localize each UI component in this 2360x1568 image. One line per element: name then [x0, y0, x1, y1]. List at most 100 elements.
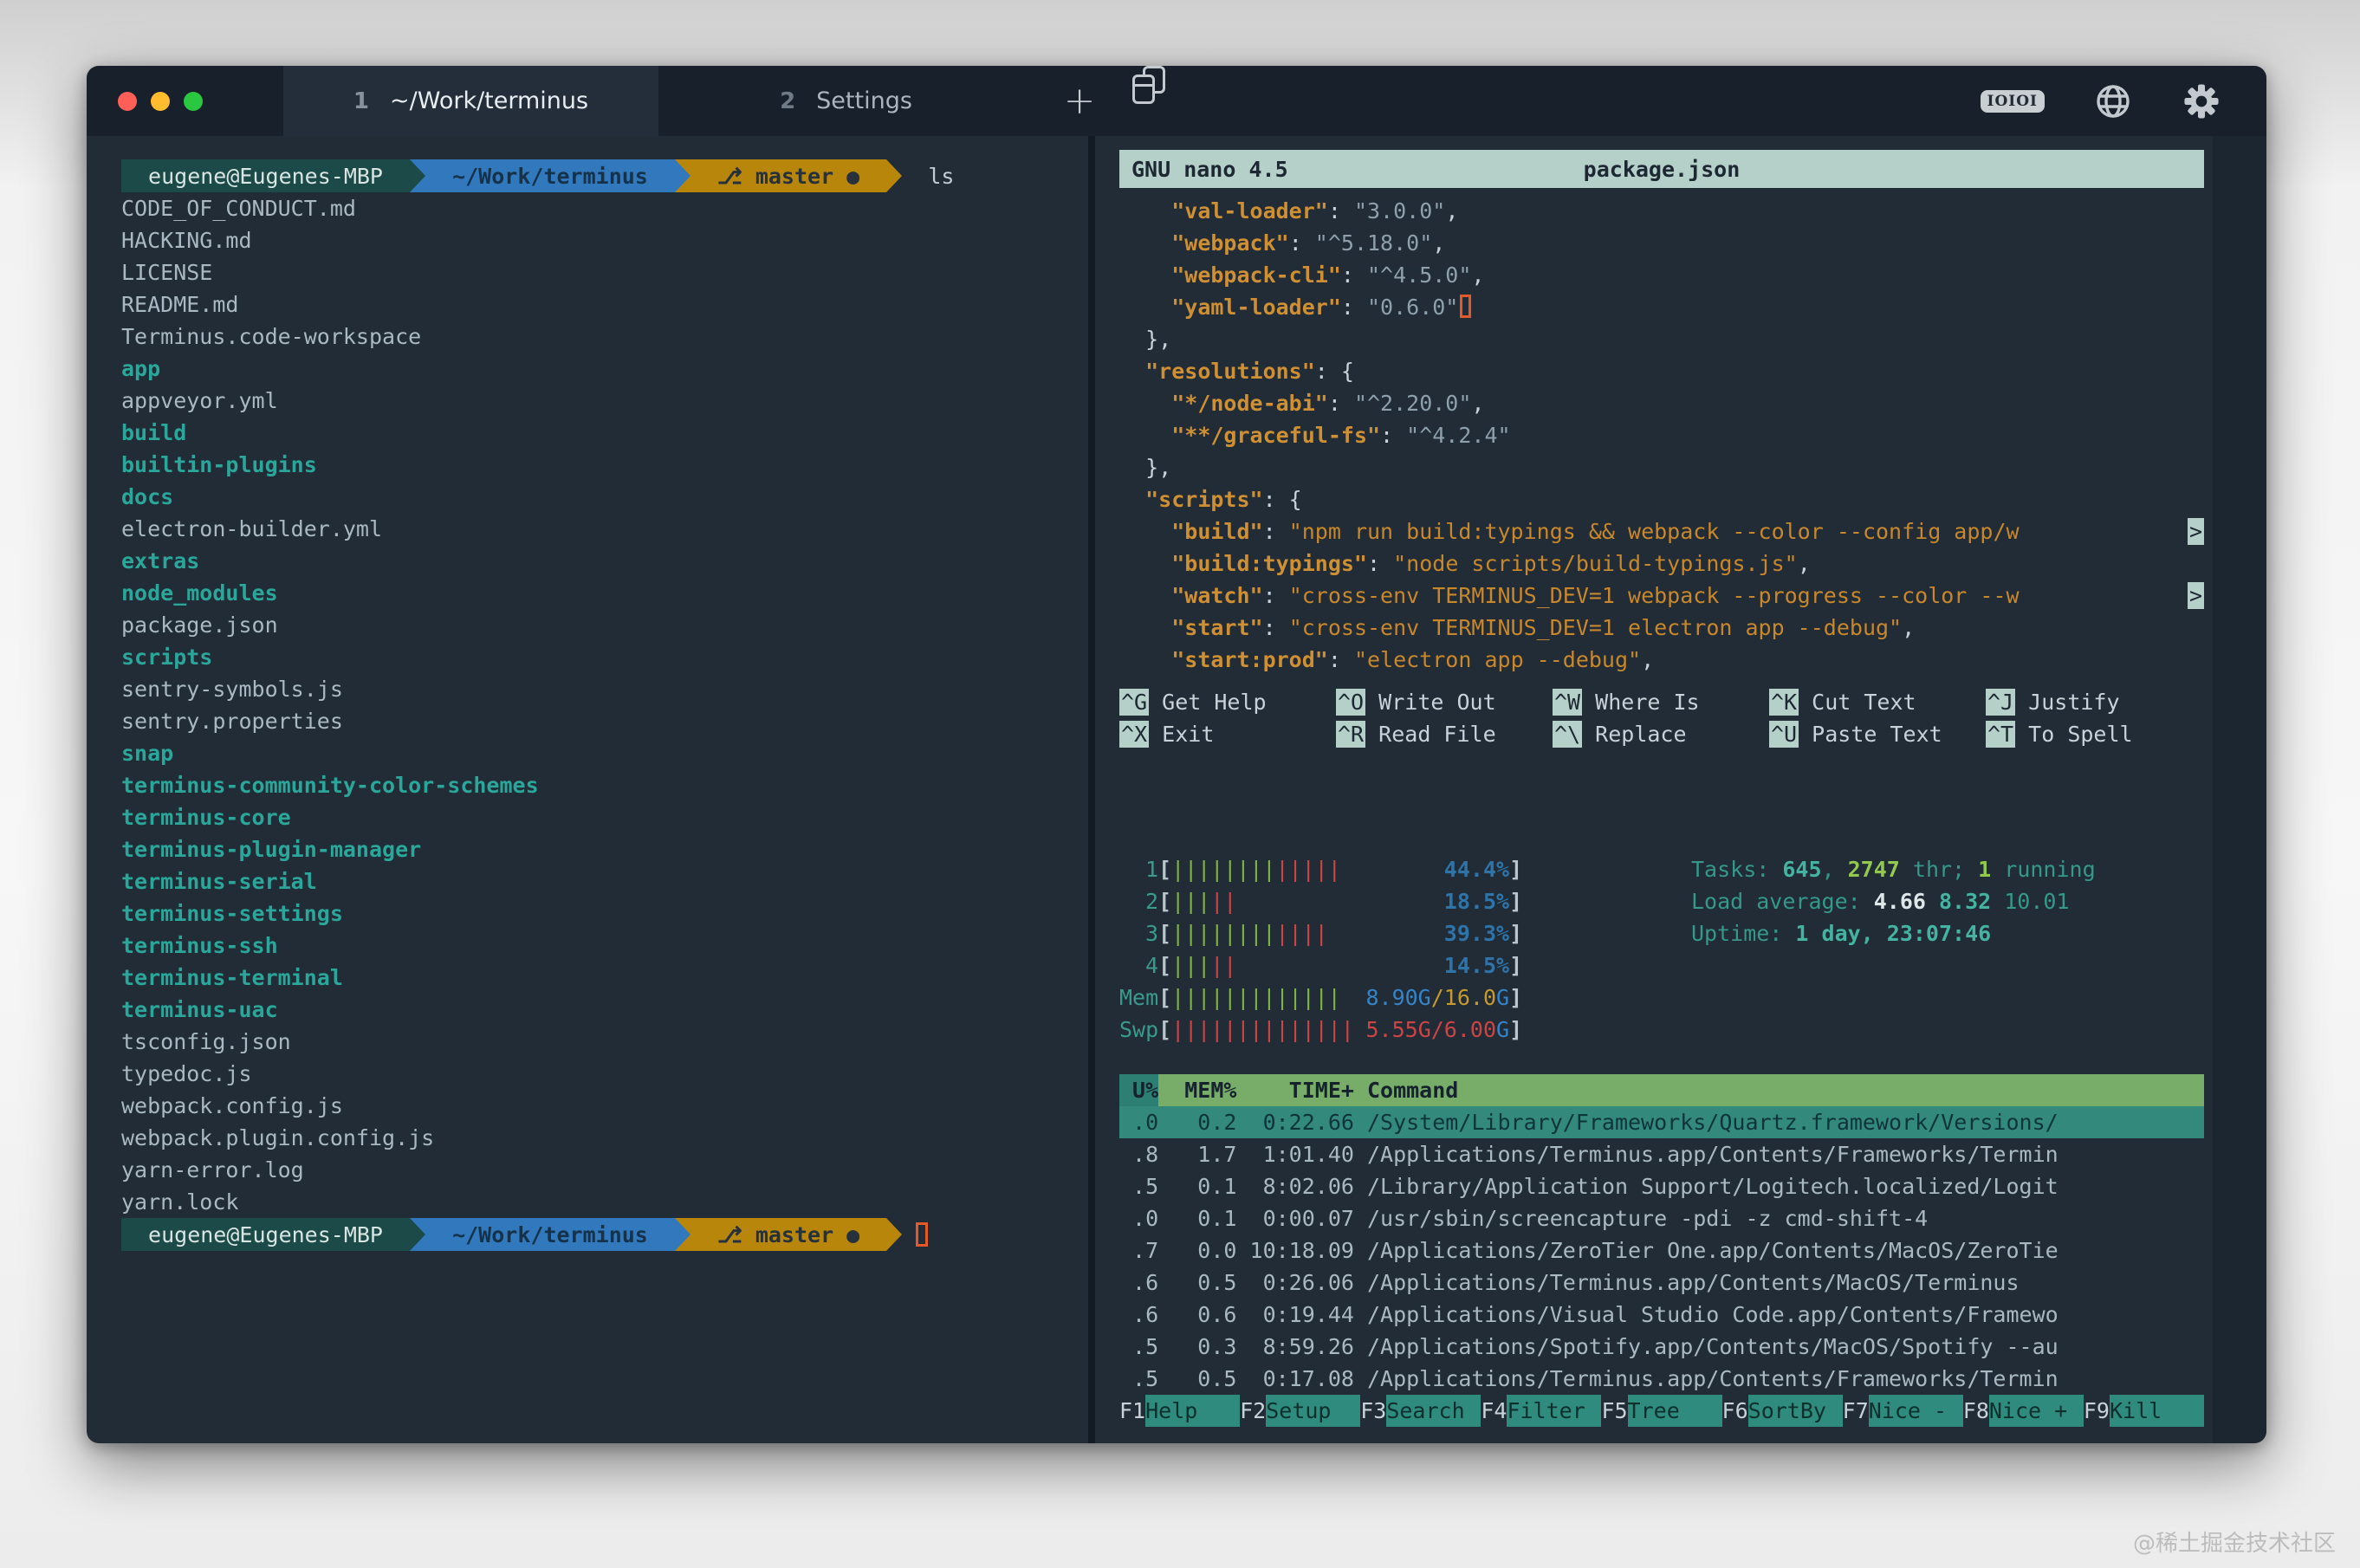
htop-summary-line: Tasks: 645, 2747 thr; 1 running — [1691, 857, 2096, 882]
prompt-user-segment: eugene@Eugenes-MBP — [121, 1218, 411, 1251]
shortcut-key: ^W — [1553, 689, 1583, 716]
meter-value: 5.55G/6.00G — [1365, 1017, 1510, 1042]
fkey-action: Help — [1145, 1395, 1241, 1427]
tab-terminal[interactable]: 1 ~/Work/terminus — [283, 66, 658, 136]
htop-meters: 1[||||||||||||| 44.4%] 2[||||| 18.5%] 3[||||… — [1119, 853, 2204, 1046]
file-entry: README.md — [121, 292, 239, 317]
pane-divider[interactable] — [1088, 136, 1095, 1443]
nano-line: "*/node-abi": "^2.20.0", — [1171, 391, 1485, 416]
sort-column-header[interactable]: U% — [1119, 1074, 1159, 1106]
fkey-action: Search — [1386, 1395, 1481, 1427]
prompt-dir-segment: ~/Work/terminus — [425, 1218, 675, 1251]
meter-value: 39.3% — [1443, 921, 1510, 946]
dir-entry: terminus-terminal — [121, 965, 343, 990]
terminal-pane-tools[interactable]: GNU nano 4.5 package.json "val-loader": … — [1119, 136, 2204, 1443]
fkey-number: F4 — [1481, 1398, 1507, 1423]
zoom-button[interactable] — [184, 91, 203, 111]
dir-entry: scripts — [121, 645, 213, 670]
meter-label: 4 — [1144, 953, 1158, 978]
shortcut-key: ^K — [1769, 689, 1799, 716]
nano-line: "scripts": { — [1145, 487, 1302, 512]
meter-label: Swp — [1119, 1017, 1159, 1042]
process-row: .7 0.0 10:18.09 /Applications/ZeroTier O… — [1119, 1238, 2059, 1263]
file-entry: package.json — [121, 612, 278, 638]
file-entry: electron-builder.yml — [121, 516, 383, 541]
tab-number: 1 — [353, 87, 369, 114]
shell-prompt: eugene@Eugenes-MBP ~/Work/terminus ⎇ mas… — [121, 159, 1083, 192]
shortcut-key: ^T — [1986, 721, 2016, 748]
dir-entry: terminus-uac — [121, 997, 278, 1022]
fkey-action: Nice + — [1988, 1395, 2084, 1427]
duplicate-tab-icon[interactable] — [1132, 66, 1165, 104]
file-entry: appveyor.yml — [121, 388, 278, 413]
dir-entry: extras — [121, 548, 200, 573]
terminus-window: 1 ~/Work/terminus 2 Settings + IOIOI eug… — [87, 66, 2266, 1443]
htop-summary-line: Uptime: 1 day, 23:07:46 — [1691, 921, 1992, 946]
file-entry: webpack.plugin.config.js — [121, 1125, 435, 1150]
process-row: .5 0.3 8:59.26 /Applications/Spotify.app… — [1119, 1334, 2059, 1359]
file-entry: CODE_OF_CONDUCT.md — [121, 196, 356, 221]
nano-titlebar: GNU nano 4.5 package.json — [1119, 150, 2204, 188]
powerline-chevron — [886, 159, 903, 192]
close-button[interactable] — [118, 91, 137, 111]
line-continuation-marker: > — [2187, 582, 2204, 609]
shortcut-column: ^W Where Is ^\ Replace — [1553, 686, 1769, 750]
fkey-action: Nice - — [1868, 1395, 1963, 1427]
shortcut-key: ^\ — [1553, 721, 1583, 748]
globe-icon[interactable] — [2093, 81, 2133, 121]
meter-bar: |||||||||||| 39.3% — [1171, 917, 1509, 949]
htop-summary: Tasks: 645, 2747 thr; 1 running Load aver… — [1691, 853, 2096, 949]
nano-cursor — [1460, 295, 1472, 318]
minimize-button[interactable] — [151, 91, 170, 111]
fkey-number: F2 — [1240, 1398, 1267, 1423]
file-entry: HACKING.md — [121, 228, 252, 253]
process-row: .5 0.1 8:02.06 /Library/Application Supp… — [1119, 1174, 2059, 1199]
meter-bar: ||||| 14.5% — [1171, 949, 1509, 982]
typed-command: ls — [902, 163, 955, 189]
nano-shortcut: ^G Get Help — [1119, 689, 1267, 716]
shortcut-key: ^J — [1986, 689, 2016, 716]
shortcut-key: ^R — [1336, 721, 1366, 748]
nano-line: }, — [1119, 455, 1172, 480]
htop-meter: Swp[|||||||||||||| 5.55G/6.00G] — [1119, 1014, 2204, 1046]
nano-shortcut: ^\ Replace — [1553, 721, 1687, 748]
htop-meter: Mem[||||||||||||| 8.90G/16.0G] — [1119, 982, 2204, 1014]
file-entry: sentry-symbols.js — [121, 677, 343, 702]
tab-settings[interactable]: 2 Settings — [658, 66, 1034, 136]
gear-icon[interactable] — [2182, 81, 2221, 121]
serial-ports-icon[interactable]: IOIOI — [1980, 89, 2045, 113]
nano-shortcut: ^U Paste Text — [1769, 721, 1942, 748]
powerline-chevron — [410, 159, 426, 192]
dir-entry: terminus-community-color-schemes — [121, 773, 539, 798]
file-entry: LICENSE — [121, 260, 213, 285]
shortcut-key: ^U — [1769, 721, 1799, 748]
nano-buffer: "val-loader": "3.0.0", "webpack": "^5.18… — [1119, 195, 2204, 676]
tab-title: ~/Work/terminus — [389, 87, 589, 114]
nano-shortcut: ^O Write Out — [1336, 689, 1496, 716]
new-tab-button[interactable]: + — [1049, 66, 1110, 136]
prompt-git-segment: ⎇ master ● — [690, 159, 887, 192]
file-entry: yarn.lock — [121, 1189, 239, 1215]
htop-meter: 4[||||| 14.5%] — [1119, 949, 2204, 982]
shortcut-key: ^X — [1119, 721, 1150, 748]
process-row: .5 0.5 0:17.08 /Applications/Terminus.ap… — [1119, 1366, 2059, 1391]
file-entry: Terminus.code-workspace — [121, 324, 422, 349]
nano-shortcut: ^K Cut Text — [1769, 689, 1916, 716]
meter-value: 8.90G/16.0G — [1365, 985, 1510, 1010]
terminal-pane-shell[interactable]: eugene@Eugenes-MBP ~/Work/terminus ⎇ mas… — [121, 136, 1083, 1443]
meter-label: Mem — [1119, 985, 1159, 1010]
meter-value: 18.5% — [1443, 889, 1510, 914]
shortcut-key: ^O — [1336, 689, 1366, 716]
dir-entry: builtin-plugins — [121, 452, 317, 477]
powerline-chevron — [674, 1218, 690, 1251]
process-row: .6 0.6 0:19.44 /Applications/Visual Stud… — [1119, 1302, 2059, 1327]
shortcut-column: ^J Justify ^T To Spell — [1986, 686, 2202, 750]
powerline-chevron — [674, 159, 690, 192]
process-row: .0 0.2 0:22.66 /System/Library/Framework… — [1119, 1106, 2204, 1138]
line-continuation-marker: > — [2187, 518, 2204, 545]
nano-line: "**/graceful-fs": "^4.2.4" — [1171, 423, 1511, 448]
nano-shortcut: ^R Read File — [1336, 721, 1496, 748]
nano-filename: package.json — [1583, 156, 1741, 182]
right-gutter — [2213, 136, 2266, 1443]
dir-entry: terminus-core — [121, 805, 291, 830]
